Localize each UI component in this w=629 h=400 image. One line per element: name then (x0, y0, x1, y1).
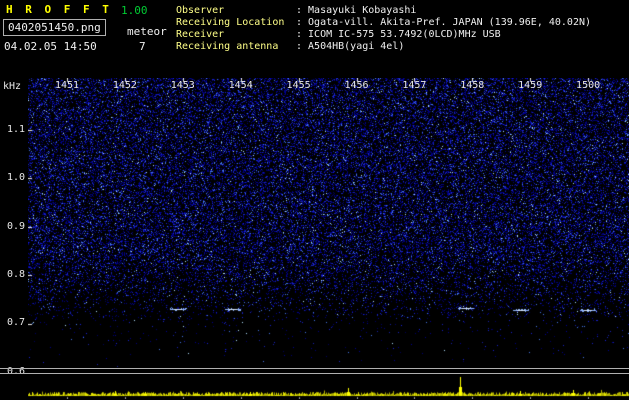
freq-tick-label: 0.9 (6, 220, 25, 232)
info-label: Receiving antenna (176, 41, 279, 52)
info-value: : A504HB(yagi 4el) (296, 41, 405, 52)
freq-tick-label: 1.1 (6, 124, 25, 135)
filename: 0402051450.png (8, 21, 101, 34)
meteor-count: 7 (139, 40, 146, 53)
filename-box: 0402051450.png (3, 19, 106, 36)
observation-info: Observer : Masayuki Kobayashi Receiving … (176, 5, 591, 53)
info-value: : Ogata-vill. Akita-Pref. JAPAN (139.96E… (296, 17, 592, 28)
hrofft-screen: H R O F F T 1.00 0402051450.png meteor 7… (0, 0, 629, 400)
signal-level-canvas (28, 375, 629, 399)
info-row-location: Receiving Location : Ogata-vill. Akita-P… (176, 17, 591, 29)
spectrogram-canvas (28, 78, 629, 368)
freq-tick-label: 0.7 (6, 317, 25, 329)
mode-label: meteor (127, 25, 167, 38)
separator-line-top (0, 368, 629, 369)
app-title: H R O F F T (6, 3, 112, 16)
info-row-observer: Observer : Masayuki Kobayashi (176, 5, 591, 17)
info-value: : ICOM IC-575 53.7492(0LCD)MHz USB (296, 29, 501, 40)
info-label: Receiver (176, 29, 225, 40)
freq-axis: 1.1 1.0 0.9 0.8 0.7 0.6 (0, 0, 27, 400)
info-row-receiver: Receiver : ICOM IC-575 53.7492(0LCD)MHz … (176, 29, 591, 41)
info-label: Receiving Location (176, 17, 285, 28)
freq-tick-label: 0.8 (6, 268, 25, 280)
freq-tick-label: 1.0 (6, 172, 25, 184)
app-version: 1.00 (121, 4, 148, 17)
info-row-antenna: Receiving antenna : A504HB(yagi 4el) (176, 41, 591, 53)
separator-line-bottom (0, 373, 629, 374)
info-label: Observer (176, 5, 225, 16)
datetime: 04.02.05 14:50 (4, 40, 97, 53)
info-value: : Masayuki Kobayashi (296, 5, 417, 16)
freq-axis-unit: kHz (3, 81, 22, 92)
